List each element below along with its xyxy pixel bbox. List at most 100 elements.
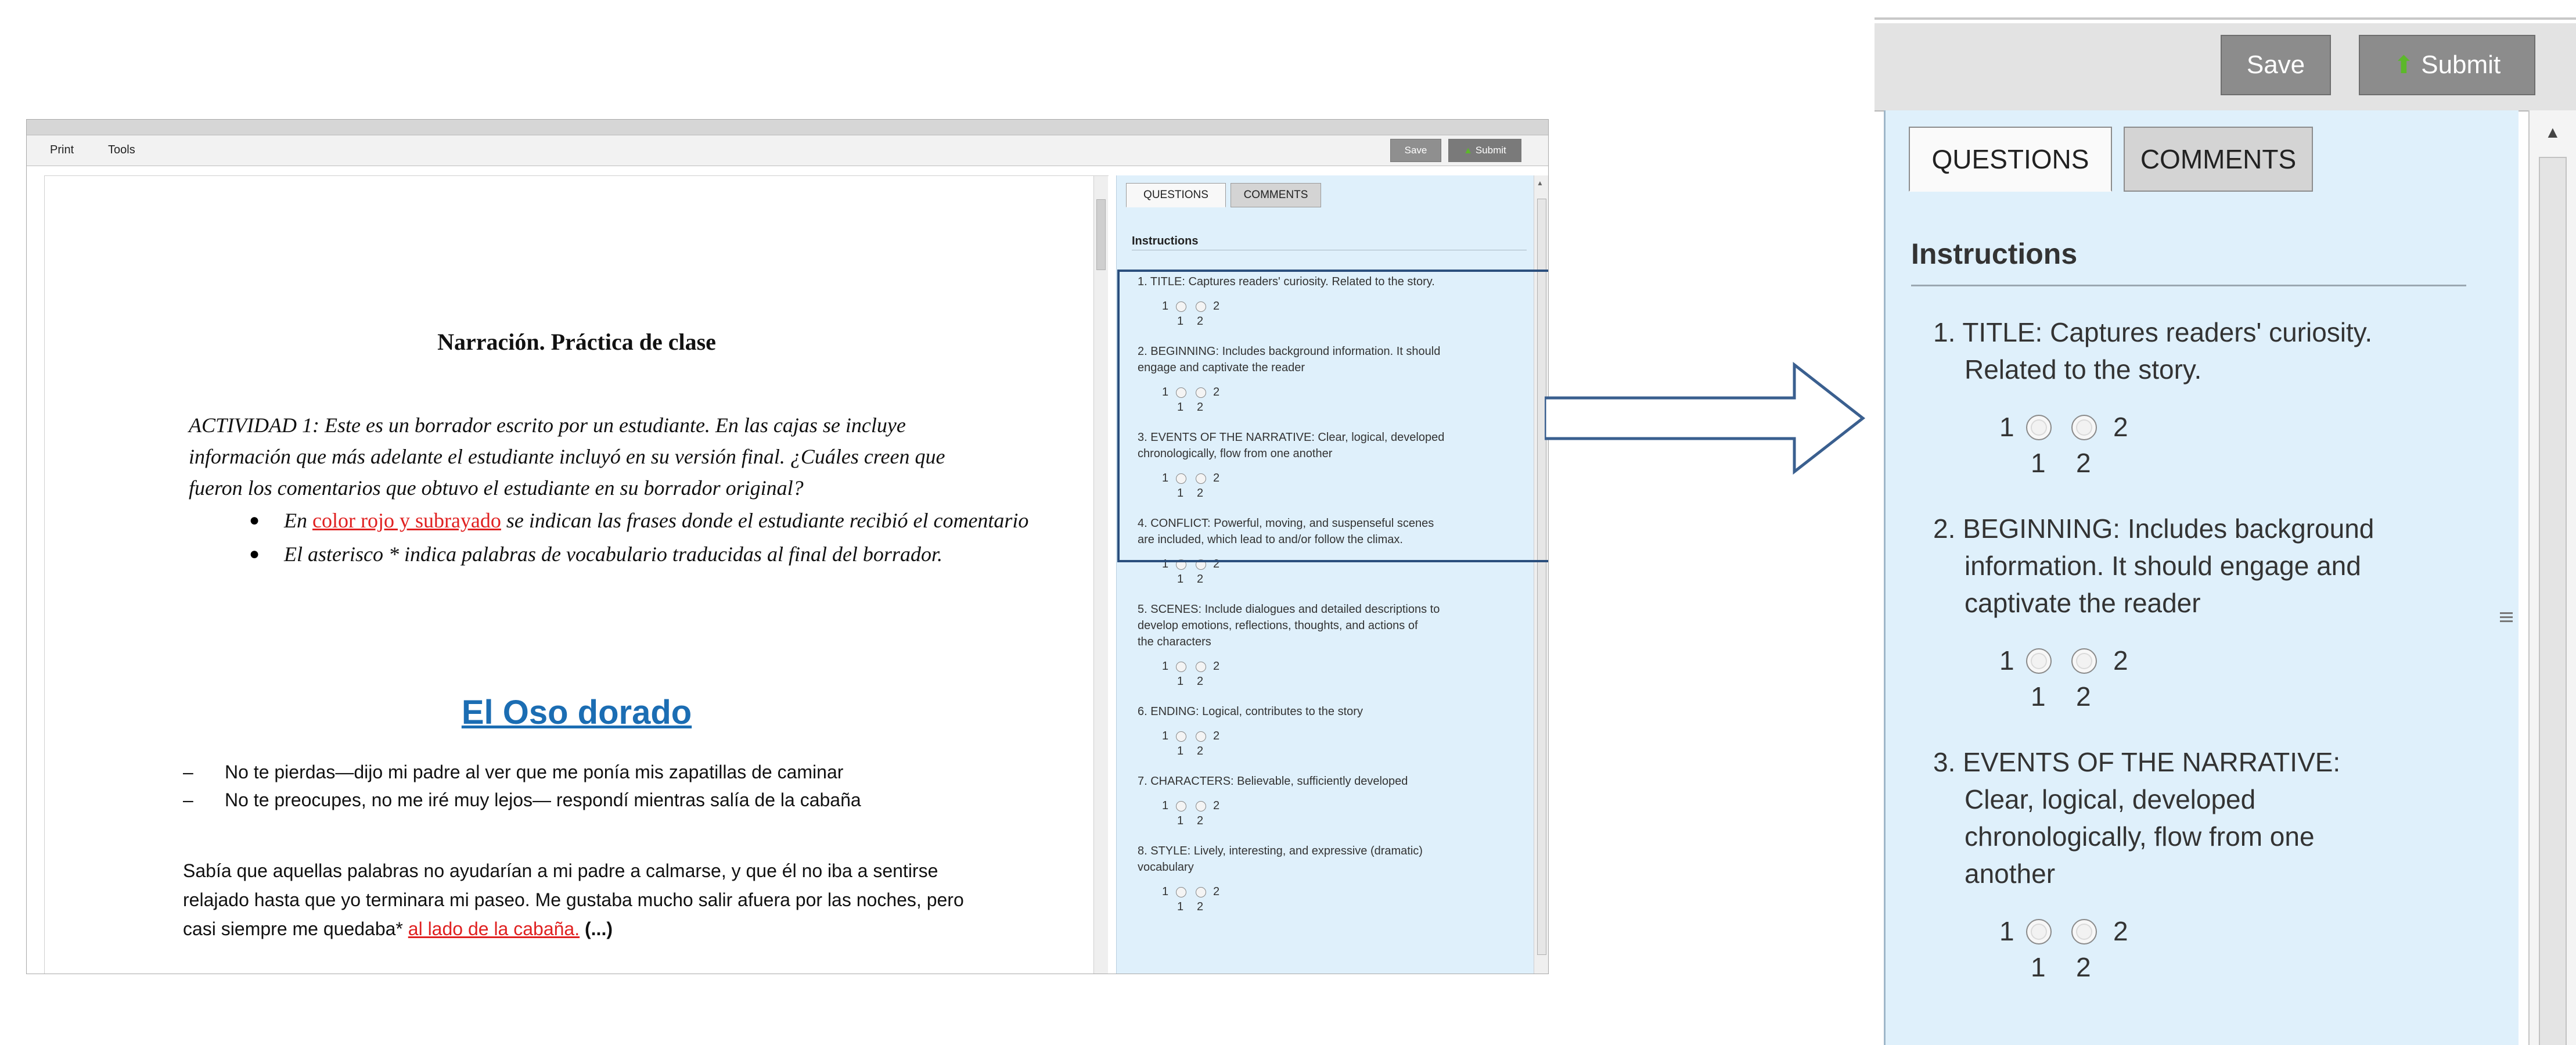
resize-grip-icon[interactable]: [2500, 610, 2513, 627]
scale-min-label: 1: [1162, 799, 1169, 812]
question-text: Related to the story.: [1965, 354, 2202, 385]
scroll-up-arrow-icon[interactable]: ▲: [1537, 179, 1544, 187]
scale-max-label: 2: [2113, 916, 2128, 946]
tab-comments[interactable]: COMMENTS: [2124, 127, 2313, 192]
question-text: the characters: [1138, 635, 1211, 648]
rating-radio-2[interactable]: [2071, 648, 2097, 674]
question-text: 2. BEGINNING: Includes background: [1933, 513, 2374, 544]
rating-radio-1[interactable]: [1176, 662, 1186, 672]
dialogue-line-2: No te preocupes, no me iré muy lejos— re…: [225, 789, 861, 810]
radio-label-1: 1: [2031, 681, 2046, 712]
story-title: El Oso dorado: [461, 694, 692, 731]
red-underlined-phrase: color rojo y subrayado: [312, 509, 501, 532]
up-arrow-icon: ⬆: [2393, 51, 2414, 78]
scale-max-label: 2: [2113, 645, 2128, 676]
radio-label-2: 2: [2076, 681, 2091, 712]
zoomed-rubric-panel: Save ⬆ Submit QUESTIONS COMMENTS Instruc…: [1875, 17, 2576, 1045]
radio-label-1: 1: [2031, 448, 2046, 478]
question-text: 3. EVENTS OF THE NARRATIVE:: [1933, 747, 2341, 777]
document-scrollbar[interactable]: [1093, 176, 1108, 974]
paragraph-line-3: casi siempre me quedaba* al lado de la c…: [183, 918, 613, 940]
scale-max-label: 2: [2113, 412, 2128, 442]
rating-radio-1[interactable]: [1176, 887, 1186, 897]
menu-bar: Print Tools Save ▲ Submit: [27, 135, 1548, 166]
radio-label-1: 1: [1177, 900, 1184, 913]
rating-radio-1[interactable]: [2026, 919, 2052, 945]
question-text: 1. TITLE: Captures readers' curiosity.: [1933, 317, 2373, 347]
radio-label-1: 1: [2031, 952, 2046, 982]
submit-button[interactable]: ⬆ Submit: [2359, 35, 2535, 95]
radio-label-1: 1: [1177, 573, 1184, 586]
scroll-up-arrow-icon[interactable]: ▲: [2545, 123, 2561, 142]
question-text: captivate the reader: [1965, 588, 2201, 618]
bullet-dot: ●: [249, 511, 260, 530]
menu-print[interactable]: Print: [50, 143, 74, 157]
para-ellipsis: (...): [580, 918, 613, 939]
bullet1-text-pre: En: [284, 509, 312, 532]
activity-line-3: fueron los comentarios que obtuvo el est…: [189, 476, 804, 500]
save-button[interactable]: Save: [1390, 139, 1441, 162]
radio-label-2: 2: [2076, 448, 2091, 478]
rating-radio-2[interactable]: [2071, 919, 2097, 945]
dash: –: [183, 789, 193, 810]
rating-radio-2[interactable]: [1196, 731, 1206, 742]
submit-label: Submit: [1475, 145, 1506, 156]
submit-button[interactable]: ▲ Submit: [1448, 139, 1521, 162]
scrollbar-thumb[interactable]: [1096, 199, 1106, 270]
rating-radio-1[interactable]: [2026, 415, 2052, 440]
zoomed-panel-scrollbar[interactable]: ▲: [2528, 110, 2576, 1045]
radio-label-2: 2: [1197, 745, 1204, 757]
scale-max-label: 2: [1213, 799, 1220, 812]
radio-label-2: 2: [1197, 573, 1204, 586]
tab-comments[interactable]: COMMENTS: [1231, 183, 1321, 207]
rating-radio-1[interactable]: [1176, 731, 1186, 742]
question-text: 6. ENDING: Logical, contributes to the s…: [1138, 705, 1363, 718]
radio-label-2: 2: [1197, 900, 1204, 913]
bullet-dot: ●: [249, 544, 260, 563]
radio-label-2: 2: [1197, 675, 1204, 688]
zoomed-toolbar: Save ⬆ Submit: [1875, 23, 2576, 112]
radio-label-2: 2: [1197, 814, 1204, 827]
radio-label-2: 2: [2076, 952, 2091, 982]
paragraph-line-1: Sabía que aquellas palabras no ayudarían…: [183, 860, 938, 881]
radio-label-1: 1: [1177, 675, 1184, 688]
window-top-strip: [27, 120, 1548, 135]
zoomed-panel-body: QUESTIONS COMMENTS Instructions 1. TITLE…: [1884, 110, 2519, 1045]
submit-label: Submit: [2421, 51, 2501, 79]
scale-min-label: 1: [1999, 412, 2014, 442]
bullet-item-1: En color rojo y subrayado se indican las…: [284, 508, 1028, 533]
right-arrow-icon: [1545, 361, 1866, 475]
document-heading: Narración. Práctica de clase: [437, 329, 716, 355]
rating-radio-1[interactable]: [2026, 648, 2052, 674]
rating-radio-1[interactable]: [1176, 801, 1186, 811]
question-text: information. It should engage and: [1965, 551, 2361, 581]
highlight-box: [1117, 270, 1548, 562]
save-button[interactable]: Save: [2221, 35, 2331, 95]
bullet-item-2: El asterisco * indica palabras de vocabu…: [284, 543, 942, 566]
question-text: another: [1965, 859, 2056, 889]
tab-questions[interactable]: QUESTIONS: [1126, 183, 1226, 207]
activity-line-2: información que más adelante el estudian…: [189, 445, 945, 468]
scale-max-label: 2: [1213, 660, 1220, 673]
top-line: [1875, 17, 2576, 20]
question-text: chronologically, flow from one: [1965, 821, 2315, 852]
dialogue-line-1: No te pierdas—dijo mi padre al ver que m…: [225, 762, 844, 782]
rating-radio-2[interactable]: [2071, 415, 2097, 440]
up-arrow-icon: ▲: [1463, 146, 1473, 156]
scale-min-label: 1: [1162, 730, 1169, 742]
document-review-window: Print Tools Save ▲ Submit Narración. Prá…: [26, 119, 1549, 974]
radio-label-1: 1: [1177, 814, 1184, 827]
menu-tools[interactable]: Tools: [108, 143, 135, 157]
rating-radio-2[interactable]: [1196, 887, 1206, 897]
rating-radio-2[interactable]: [1196, 801, 1206, 811]
document-area: Narración. Práctica de clase ACTIVIDAD 1…: [44, 175, 1109, 974]
scale-min-label: 1: [1999, 645, 2014, 676]
question-text: 7. CHARACTERS: Believable, sufficiently …: [1138, 775, 1408, 788]
question-text: 5. SCENES: Include dialogues and detaile…: [1138, 603, 1440, 616]
scale-max-label: 2: [1213, 730, 1220, 742]
instructions-heading: Instructions: [1911, 238, 2078, 270]
scrollbar-track[interactable]: [2539, 157, 2567, 1045]
instructions-heading: Instructions: [1132, 235, 1199, 247]
rating-radio-2[interactable]: [1196, 662, 1206, 672]
tab-questions[interactable]: QUESTIONS: [1909, 127, 2112, 192]
